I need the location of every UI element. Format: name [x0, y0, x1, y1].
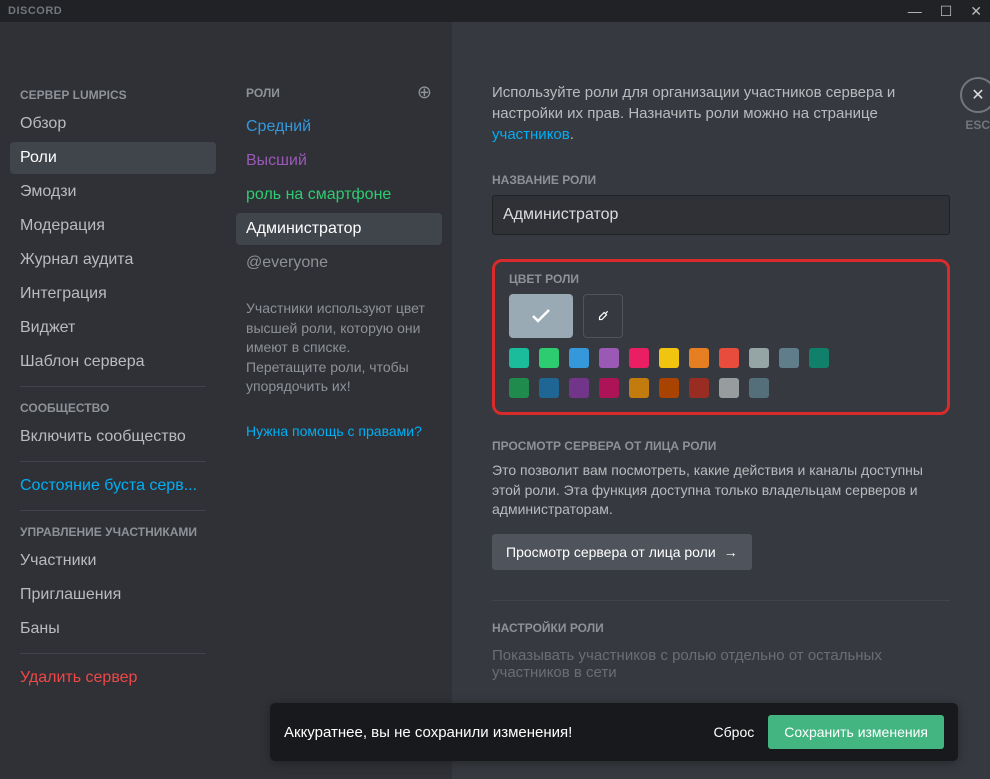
color-swatch[interactable] [719, 348, 739, 368]
color-swatch[interactable] [509, 348, 529, 368]
sidebar-item-журнал аудита[interactable]: Журнал аудита [10, 244, 216, 276]
color-swatch[interactable] [809, 348, 829, 368]
color-swatch[interactable] [749, 378, 769, 398]
sidebar-item-шаблон сервера[interactable]: Шаблон сервера [10, 346, 216, 378]
members-link[interactable]: участников [492, 126, 570, 143]
unsaved-changes-bar: Аккуратнее, вы не сохранили изменения! С… [270, 703, 958, 761]
color-swatch[interactable] [659, 378, 679, 398]
sidebar-item-модерация[interactable]: Модерация [10, 210, 216, 242]
role-editor-content: ✕ ESC Используйте роли для организации у… [452, 22, 990, 779]
arrow-right-icon: → [724, 544, 738, 560]
roles-list-column: РОЛИ ⊕ СреднийВысшийроль на смартфонеАдм… [226, 22, 452, 779]
custom-color-picker[interactable] [583, 294, 623, 338]
sidebar-item-виджет[interactable]: Виджет [10, 312, 216, 344]
color-swatch[interactable] [689, 348, 709, 368]
sidebar-item-участники[interactable]: Участники [10, 545, 216, 577]
preview-btn-label: Просмотр сервера от лица роли [506, 544, 716, 560]
sidebar-item-приглашения[interactable]: Приглашения [10, 579, 216, 611]
role-item[interactable]: Администратор [236, 213, 442, 245]
role-settings-label: НАСТРОЙКИ РОЛИ [492, 621, 950, 635]
color-swatch[interactable] [599, 348, 619, 368]
color-swatch[interactable] [539, 378, 559, 398]
sidebar-item-обзор[interactable]: Обзор [10, 108, 216, 140]
close-window-icon[interactable]: ✕ [970, 4, 982, 18]
intro-text: Используйте роли для организации участни… [492, 82, 950, 145]
preview-label: ПРОСМОТР СЕРВЕРА ОТ ЛИЦА РОЛИ [492, 439, 950, 453]
save-changes-button[interactable]: Сохранить изменения [768, 715, 944, 749]
preview-description: Это позволит вам посмотреть, какие дейст… [492, 461, 950, 520]
reset-button[interactable]: Сброс [700, 716, 769, 748]
divider [20, 653, 206, 654]
add-role-icon[interactable]: ⊕ [417, 82, 432, 103]
divider [20, 510, 206, 511]
role-item[interactable]: роль на смартфоне [236, 179, 442, 211]
sidebar-item-enable-community[interactable]: Включить сообщество [10, 421, 216, 453]
roles-info-text: Участники используют цвет высшей роли, к… [236, 281, 442, 407]
checkmark-icon [532, 309, 550, 323]
sidebar-item-роли[interactable]: Роли [10, 142, 216, 174]
close-settings-button[interactable]: ✕ [960, 77, 990, 113]
sidebar-item-интеграция[interactable]: Интеграция [10, 278, 216, 310]
sidebar-item-delete-server[interactable]: Удалить сервер [10, 662, 216, 694]
color-swatch[interactable] [689, 378, 709, 398]
sidebar-heading-members: УПРАВЛЕНИЕ УЧАСТНИКАМИ [10, 519, 216, 545]
color-swatch[interactable] [569, 348, 589, 368]
role-color-label: ЦВЕТ РОЛИ [509, 272, 933, 286]
divider [20, 461, 206, 462]
sidebar-heading-community: СООБЩЕСТВО [10, 395, 216, 421]
eyedropper-icon [596, 309, 610, 323]
close-label: ESC [965, 118, 990, 132]
role-item[interactable]: Средний [236, 111, 442, 143]
role-name-input[interactable] [492, 195, 950, 235]
default-color-swatch[interactable] [509, 294, 573, 338]
color-swatch[interactable] [599, 378, 619, 398]
sidebar-item-эмодзи[interactable]: Эмодзи [10, 176, 216, 208]
minimize-icon[interactable]: — [908, 4, 922, 18]
color-swatch[interactable] [779, 348, 799, 368]
color-swatch[interactable] [659, 348, 679, 368]
settings-sidebar: СЕРВЕР LUMPICS ОбзорРолиЭмодзиМодерацияЖ… [0, 22, 226, 779]
role-color-section: ЦВЕТ РОЛИ [492, 259, 950, 415]
color-swatch[interactable] [719, 378, 739, 398]
display-separately-setting: Показывать участников с ролью отдельно о… [492, 647, 950, 681]
sidebar-heading-server: СЕРВЕР LUMPICS [10, 82, 216, 108]
color-swatch[interactable] [629, 348, 649, 368]
divider [492, 600, 950, 601]
unsaved-message: Аккуратнее, вы не сохранили изменения! [284, 724, 700, 741]
maximize-icon[interactable]: ☐ [940, 4, 953, 18]
role-name-label: НАЗВАНИЕ РОЛИ [492, 173, 950, 187]
roles-heading: РОЛИ [246, 86, 280, 100]
app-logo: DISCORD [8, 5, 62, 17]
role-item[interactable]: Высший [236, 145, 442, 177]
sidebar-item-баны[interactable]: Баны [10, 613, 216, 645]
roles-help-link[interactable]: Нужна помощь с правами? [236, 407, 442, 455]
role-item[interactable]: @everyone [236, 247, 442, 279]
titlebar: DISCORD — ☐ ✕ [0, 0, 990, 22]
intro-part: Используйте роли для организации участни… [492, 84, 895, 122]
window-controls: — ☐ ✕ [908, 4, 982, 18]
color-swatch[interactable] [539, 348, 559, 368]
color-swatch[interactable] [569, 378, 589, 398]
color-swatch[interactable] [749, 348, 769, 368]
sidebar-item-boost-status[interactable]: Состояние буста серв... [10, 470, 216, 502]
color-swatch[interactable] [509, 378, 529, 398]
color-swatch[interactable] [629, 378, 649, 398]
divider [20, 386, 206, 387]
preview-as-role-button[interactable]: Просмотр сервера от лица роли → [492, 534, 752, 570]
